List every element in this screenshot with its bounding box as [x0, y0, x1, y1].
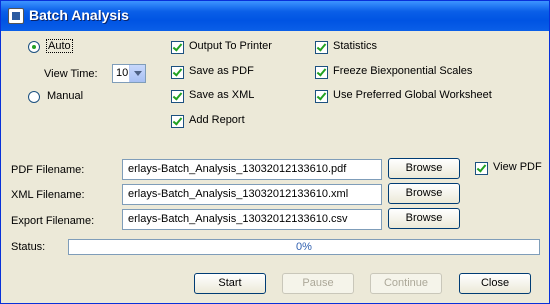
continue-button[interactable]: Continue	[370, 273, 442, 294]
freeze-biexponential-checkbox[interactable]	[315, 66, 328, 79]
dialog-content: Auto View Time: 10 Manual Output To Prin…	[4, 31, 546, 300]
xml-filename-label: XML Filename:	[11, 189, 85, 201]
export-filename-label: Export Filename:	[11, 215, 95, 227]
status-progress-bar: 0%	[68, 239, 540, 255]
xml-filename-field[interactable]: erlays-Batch_Analysis_13032012133610.xml	[122, 184, 382, 205]
save-as-xml-checkbox[interactable]	[171, 90, 184, 103]
batch-analysis-window: Batch Analysis Auto View Time: 10 Manual…	[0, 0, 550, 304]
title-bar[interactable]: Batch Analysis	[1, 1, 549, 31]
freeze-biexponential-label: Freeze Biexponential Scales	[333, 65, 473, 77]
chevron-down-icon[interactable]	[129, 65, 145, 82]
pdf-filename-label: PDF Filename:	[11, 164, 85, 176]
export-browse-button[interactable]: Browse	[388, 208, 460, 229]
save-as-pdf-label: Save as PDF	[189, 65, 254, 77]
manual-radio[interactable]	[28, 91, 40, 103]
manual-label: Manual	[47, 90, 84, 102]
status-label: Status:	[11, 241, 46, 253]
start-button[interactable]: Start	[194, 273, 266, 294]
use-preferred-worksheet-checkbox[interactable]	[315, 90, 328, 103]
output-to-printer-label: Output To Printer	[189, 40, 272, 52]
save-as-xml-label: Save as XML	[189, 89, 255, 101]
add-report-label: Add Report	[189, 114, 245, 126]
view-time-select[interactable]: 10	[112, 64, 146, 83]
export-filename-field[interactable]: erlays-Batch_Analysis_13032012133610.csv	[122, 209, 382, 230]
statistics-label: Statistics	[333, 40, 378, 52]
output-to-printer-checkbox[interactable]	[171, 41, 184, 54]
view-time-value: 10	[116, 67, 129, 79]
close-button[interactable]: Close	[459, 273, 531, 294]
add-report-checkbox[interactable]	[171, 115, 184, 128]
progress-text: 0%	[296, 241, 312, 253]
view-pdf-label: View PDF	[493, 161, 542, 173]
app-icon	[8, 8, 24, 24]
save-as-pdf-checkbox[interactable]	[171, 66, 184, 79]
pdf-browse-button[interactable]: Browse	[388, 158, 460, 179]
pdf-filename-field[interactable]: erlays-Batch_Analysis_13032012133610.pdf	[122, 159, 382, 180]
view-pdf-checkbox[interactable]	[475, 162, 488, 175]
xml-browse-button[interactable]: Browse	[388, 183, 460, 204]
auto-radio[interactable]	[28, 41, 40, 53]
view-time-label: View Time:	[44, 68, 98, 80]
window-title: Batch Analysis	[29, 7, 129, 23]
auto-label: Auto	[46, 39, 73, 53]
pause-button[interactable]: Pause	[282, 273, 354, 294]
use-preferred-worksheet-label: Use Preferred Global Worksheet	[333, 89, 492, 101]
statistics-checkbox[interactable]	[315, 41, 328, 54]
